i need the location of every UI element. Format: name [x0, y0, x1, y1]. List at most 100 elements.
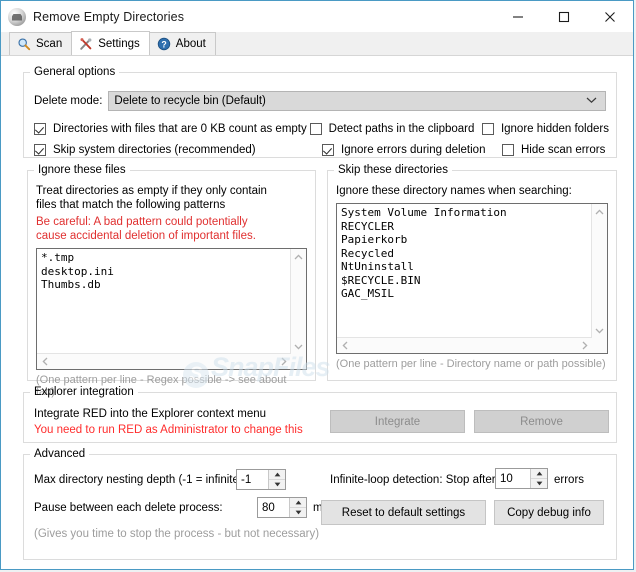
app-globe-icon [8, 7, 26, 26]
tab-scan-label: Scan [36, 38, 63, 50]
scroll-down-icon[interactable] [291, 339, 306, 354]
skip-directories-patterns: System Volume Information RECYCLER Papie… [341, 206, 507, 300]
stepper-down-icon[interactable] [269, 480, 285, 489]
vertical-scrollbar[interactable] [290, 249, 306, 354]
vertical-scrollbar[interactable] [591, 204, 607, 338]
tab-settings[interactable]: Settings [71, 31, 150, 55]
checkbox-box[interactable] [481, 123, 494, 135]
copy-debug-info-button[interactable]: Copy debug info [494, 500, 604, 525]
stepper-down-icon[interactable] [531, 479, 547, 488]
checkbox-box[interactable] [309, 123, 322, 135]
checkbox-label: Skip system directories (recommended) [53, 144, 256, 156]
stepper-buttons[interactable] [289, 498, 306, 517]
scroll-left-icon[interactable] [337, 338, 352, 353]
checkbox-label: Hide scan errors [521, 144, 606, 156]
infinite-loop-value[interactable]: 10 [496, 469, 530, 488]
advanced-group: Advanced Max directory nesting depth (-1… [23, 448, 617, 560]
remove-button[interactable]: Remove [474, 410, 609, 433]
ignore-files-patterns: *.tmp desktop.ini Thumbs.db [41, 251, 114, 291]
checkbox-label: Directories with files that are 0 KB cou… [53, 123, 307, 135]
delete-mode-label: Delete mode: [34, 95, 103, 107]
skip-directories-help-line-1: Ignore these directory names when search… [336, 185, 572, 197]
horizontal-scrollbar[interactable] [337, 337, 592, 353]
ignore-files-warning-line-2: cause accidental deletion of important f… [36, 230, 256, 242]
delete-mode-select[interactable]: Delete to recycle bin (Default) [108, 91, 606, 111]
stepper-up-icon[interactable] [290, 498, 306, 508]
checkbox-box[interactable] [322, 144, 334, 156]
scroll-down-icon[interactable] [592, 323, 607, 338]
general-checkbox-row-2: Skip system directories (recommended) Ig… [34, 144, 609, 156]
svg-text:?: ? [161, 40, 166, 50]
checkbox-label: Ignore errors during deletion [341, 144, 486, 156]
pause-value[interactable]: 80 [258, 498, 289, 517]
scroll-right-icon[interactable] [577, 338, 592, 353]
minimize-button[interactable] [495, 1, 541, 32]
checkbox-label: Detect paths in the clipboard [328, 123, 475, 135]
ignore-files-group: Ignore these files Treat directories as … [27, 164, 316, 398]
window-controls [495, 1, 633, 32]
stepper-down-icon[interactable] [290, 508, 306, 517]
stepper-up-icon[interactable] [531, 469, 547, 479]
checkbox-zero-kb-empty[interactable]: Directories with files that are 0 KB cou… [34, 123, 310, 135]
title-bar: Remove Empty Directories [1, 1, 633, 32]
stepper-buttons[interactable] [268, 470, 285, 489]
checkbox-detect-clipboard-paths[interactable]: Detect paths in the clipboard [309, 123, 482, 135]
checkbox-ignore-errors-during-deletion[interactable]: Ignore errors during deletion [322, 144, 502, 156]
general-options-group: General options Delete mode: Delete to r… [23, 66, 617, 158]
ignore-files-help-line-1: Treat directories as empty if they only … [36, 185, 267, 197]
infinite-loop-unit-label: errors [554, 474, 585, 486]
delete-mode-value: Delete to recycle bin (Default) [114, 95, 266, 107]
checkbox-hide-scan-errors[interactable]: Hide scan errors [502, 144, 605, 156]
tools-icon [80, 37, 92, 50]
checkbox-box[interactable] [502, 144, 514, 156]
infinite-loop-label: Infinite-loop detection: Stop after [330, 474, 496, 486]
explorer-integration-description: Integrate RED into the Explorer context … [34, 408, 267, 420]
max-depth-value[interactable]: -1 [237, 470, 268, 489]
checkbox-box[interactable] [34, 123, 46, 135]
scroll-up-icon[interactable] [291, 249, 306, 264]
ignore-files-inner: Treat directories as empty if they only … [36, 184, 307, 398]
ignore-files-help-line-2: files that match the following patterns [36, 199, 226, 211]
stepper-up-icon[interactable] [269, 470, 285, 480]
scrollbar-corner [291, 354, 306, 369]
scroll-left-icon[interactable] [37, 354, 52, 369]
explorer-integration-group: Explorer integration Integrate RED into … [23, 386, 617, 443]
close-button[interactable] [587, 1, 633, 32]
checkbox-ignore-hidden-folders[interactable]: Ignore hidden folders [481, 123, 609, 135]
checkbox-label: Ignore hidden folders [500, 123, 609, 135]
pause-stepper[interactable]: 80 [257, 497, 307, 518]
tab-about[interactable]: ? About [148, 32, 216, 55]
application-window: Remove Empty Directories Scan Settings ?… [0, 0, 634, 570]
general-options-legend: General options [34, 66, 116, 78]
max-depth-stepper[interactable]: -1 [236, 469, 286, 490]
scroll-up-icon[interactable] [592, 204, 607, 219]
general-checkbox-row-1: Directories with files that are 0 KB cou… [34, 123, 609, 135]
checkbox-box[interactable] [34, 144, 46, 156]
max-depth-label: Max directory nesting depth (-1 = infini… [34, 474, 246, 486]
skip-directories-legend: Skip these directories [338, 164, 448, 176]
delete-mode-row: Delete mode: Delete to recycle bin (Defa… [34, 91, 606, 111]
integrate-button[interactable]: Integrate [330, 410, 465, 433]
infinite-loop-stepper[interactable]: 10 [495, 468, 548, 489]
checkbox-skip-system-directories[interactable]: Skip system directories (recommended) [34, 144, 322, 156]
ignore-files-legend: Ignore these files [38, 164, 126, 176]
stepper-buttons[interactable] [530, 469, 547, 488]
horizontal-scrollbar[interactable] [37, 353, 291, 369]
chevron-down-icon [586, 95, 597, 107]
ignore-files-textarea[interactable]: *.tmp desktop.ini Thumbs.db [36, 248, 307, 370]
pause-note: (Gives you time to stop the process - bu… [34, 528, 320, 540]
scrollbar-corner [592, 338, 607, 353]
tab-settings-label: Settings [98, 37, 140, 50]
explorer-integration-legend: Explorer integration [34, 386, 134, 398]
skip-directories-inner: Ignore these directory names when search… [336, 184, 608, 370]
advanced-legend: Advanced [34, 448, 86, 460]
scroll-right-icon[interactable] [276, 354, 291, 369]
tab-about-label: About [175, 38, 206, 50]
settings-panel: General options Delete mode: Delete to r… [1, 56, 633, 569]
pause-label: Pause between each delete process: [34, 502, 223, 514]
maximize-button[interactable] [541, 1, 587, 32]
tab-strip: Scan Settings ? About [1, 31, 633, 56]
tab-scan[interactable]: Scan [9, 32, 73, 55]
reset-to-default-settings-button[interactable]: Reset to default settings [321, 500, 486, 525]
skip-directories-textarea[interactable]: System Volume Information RECYCLER Papie… [336, 203, 608, 354]
